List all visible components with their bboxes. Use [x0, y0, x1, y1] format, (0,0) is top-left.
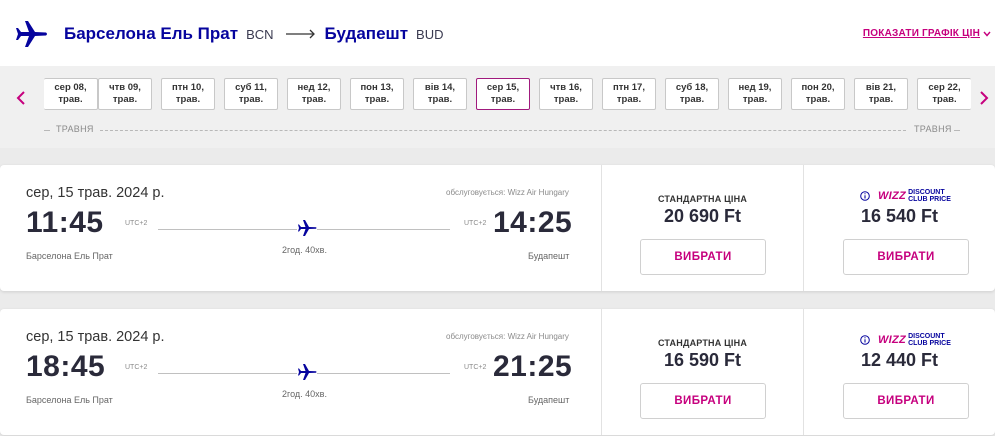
date-tab-selected[interactable]: сер 15, трав. — [476, 78, 530, 110]
club-fare: WIZZ DISCOUNT CLUB PRICE 12 440 Ft ВИБРАТ… — [803, 309, 995, 435]
chevron-right-icon[interactable] — [977, 88, 991, 108]
airplane-icon — [297, 362, 317, 382]
standard-fare-price: 16 590 Ft — [663, 350, 742, 370]
standard-fare-price: 20 690 Ft — [663, 206, 742, 226]
wizz-logo: WIZZ — [878, 334, 907, 346]
chevron-left-icon[interactable] — [14, 88, 28, 108]
date-tab[interactable]: чтв 16, трав. — [539, 78, 593, 110]
month-label-left: ТРАВНЯ — [56, 124, 94, 134]
departure-utc: UTC+2 — [125, 220, 148, 227]
discount-club-badge: WIZZ DISCOUNT CLUB PRICE — [860, 189, 951, 203]
departure-city: Барселона Ель Прат — [26, 395, 113, 405]
date-tab[interactable]: птн 10, трав. — [161, 78, 215, 110]
info-icon[interactable] — [860, 191, 870, 201]
info-icon[interactable] — [860, 335, 870, 345]
date-tab[interactable]: птн 17, трав. — [602, 78, 656, 110]
departure-time: 11:45 — [26, 206, 104, 239]
date-tab[interactable]: сер 08, трав. — [44, 78, 98, 110]
select-standard-button[interactable]: ВИБРАТИ — [640, 383, 766, 419]
flight-date: сер, 15 трав. 2024 р. — [26, 185, 165, 201]
date-tab[interactable]: нед 12, трав. — [287, 78, 341, 110]
date-tab[interactable]: пон 20, трав. — [791, 78, 845, 110]
flight-duration: 2год. 40хв. — [282, 245, 327, 255]
route: Барселона Ель Прат BCN Будапешт BUD — [64, 24, 443, 44]
search-header: Барселона Ель Прат BCN Будапешт BUD ПОКА… — [0, 0, 995, 66]
club-badge-line2: CLUB PRICE — [908, 340, 951, 347]
club-badge-line1: DISCOUNT — [908, 189, 945, 196]
departure-utc: UTC+2 — [125, 364, 148, 371]
flight-date: сер, 15 трав. 2024 р. — [26, 329, 165, 345]
origin-city: Барселона Ель Прат — [64, 24, 239, 43]
select-standard-button[interactable]: ВИБРАТИ — [640, 239, 766, 275]
arrival-city: Будапешт — [528, 251, 570, 261]
standard-fare: СТАНДАРТНА ЦІНА 20 690 Ft ВИБРАТИ — [601, 165, 803, 291]
flight-card: сер, 15 трав. 2024 р. обслуговується: Wi… — [0, 165, 995, 291]
flight-track — [158, 218, 454, 238]
origin-code: BCN — [246, 27, 274, 42]
date-tab[interactable]: сер 22, трав. — [917, 78, 971, 110]
club-fare-price: 12 440 Ft — [860, 350, 939, 370]
destination-code: BUD — [416, 27, 444, 42]
date-tab[interactable]: чтв 09, трав. — [98, 78, 152, 110]
flight-track — [158, 362, 454, 382]
club-badge-line2: CLUB PRICE — [908, 196, 951, 203]
airplane-icon — [16, 21, 47, 47]
flight-card: сер, 15 трав. 2024 р. обслуговується: Wi… — [0, 309, 995, 435]
month-label-right: ТРАВНЯ — [914, 124, 952, 134]
date-tab[interactable]: суб 18, трав. — [665, 78, 719, 110]
discount-club-badge: WIZZ DISCOUNT CLUB PRICE — [860, 333, 951, 347]
departure-time: 18:45 — [26, 350, 106, 383]
standard-fare-label: СТАНДАРТНА ЦІНА — [657, 194, 748, 204]
airplane-icon — [297, 218, 317, 238]
chevron-down-icon — [983, 31, 991, 37]
select-club-button[interactable]: ВИБРАТИ — [843, 239, 969, 275]
club-badge-line1: DISCOUNT — [908, 333, 945, 340]
arrival-time: 21:25 — [493, 350, 573, 383]
month-indicator: ТРАВНЯ ТРАВНЯ — [44, 124, 961, 136]
long-arrow-right-icon — [285, 29, 315, 39]
price-chart-link-label: ПОКАЗАТИ ГРАФІК ЦІН — [862, 28, 980, 39]
club-fare: WIZZ DISCOUNT CLUB PRICE 16 540 Ft ВИБРАТ… — [803, 165, 995, 291]
wizz-logo: WIZZ — [878, 190, 907, 202]
date-tab[interactable]: пон 13, трав. — [350, 78, 404, 110]
date-tab[interactable]: вів 21, трав. — [854, 78, 908, 110]
show-price-chart-link[interactable]: ПОКАЗАТИ ГРАФІК ЦІН — [863, 28, 991, 39]
date-tab[interactable]: нед 19, трав. — [728, 78, 782, 110]
arrival-utc: UTC+2 — [464, 220, 487, 227]
standard-fare: СТАНДАРТНА ЦІНА 16 590 Ft ВИБРАТИ — [601, 309, 803, 435]
date-tab[interactable]: вів 14, трав. — [413, 78, 467, 110]
departure-city: Барселона Ель Прат — [26, 251, 113, 261]
arrival-time: 14:25 — [493, 206, 573, 239]
select-club-button[interactable]: ВИБРАТИ — [843, 383, 969, 419]
standard-fare-label: СТАНДАРТНА ЦІНА — [657, 338, 748, 348]
arrival-city: Будапешт — [528, 395, 570, 405]
destination-city: Будапешт — [324, 24, 409, 43]
operated-by: обслуговується: Wizz Air Hungary — [446, 332, 569, 341]
date-selector: сер 08, трав. чтв 09, трав. птн 10, трав. с… — [0, 66, 995, 148]
club-fare-price: 16 540 Ft — [860, 206, 939, 226]
date-tab[interactable]: суб 11, трав. — [224, 78, 278, 110]
arrival-utc: UTC+2 — [464, 364, 487, 371]
flight-duration: 2год. 40хв. — [282, 389, 327, 399]
operated-by: обслуговується: Wizz Air Hungary — [446, 188, 569, 197]
